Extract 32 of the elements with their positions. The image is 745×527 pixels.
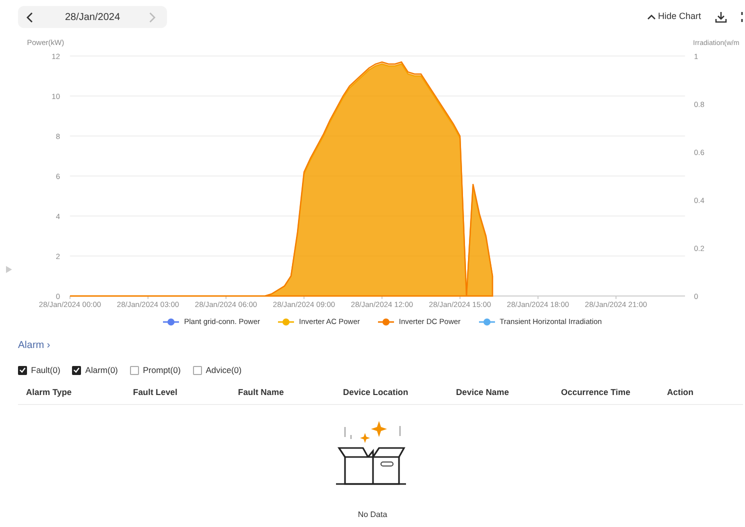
chevron-right-icon xyxy=(149,12,156,22)
column-header: Device Name xyxy=(455,386,510,399)
filter-checkbox[interactable]: Advice(0) xyxy=(192,364,242,377)
check-icon xyxy=(73,367,80,374)
filter-checkbox[interactable]: Alarm(0) xyxy=(72,364,118,377)
column-header: Fault Level xyxy=(132,386,178,399)
download-icon xyxy=(715,11,727,23)
chevron-left-icon xyxy=(26,12,33,22)
fullscreen-icon xyxy=(741,11,745,23)
legend-marker-icon xyxy=(478,318,495,326)
column-header: Action xyxy=(666,386,694,399)
filter-checkbox[interactable]: Prompt(0) xyxy=(130,364,181,377)
legend-marker-icon xyxy=(278,318,294,326)
filter-checkbox[interactable]: Fault(0) xyxy=(18,364,60,377)
hide-chart-button[interactable]: Hide Chart xyxy=(646,10,701,24)
column-header: Occurrence Time xyxy=(560,386,632,399)
column-header: Fault Name xyxy=(237,386,285,399)
column-header: Device Location xyxy=(342,386,410,399)
legend-marker-icon xyxy=(378,318,394,326)
date-label: 28/Jan/2024 xyxy=(64,10,120,24)
column-header: Alarm Type xyxy=(25,386,73,399)
checkbox[interactable] xyxy=(72,366,82,375)
checkbox[interactable] xyxy=(130,366,139,375)
checkbox[interactable] xyxy=(192,366,202,375)
fullscreen-button[interactable] xyxy=(741,11,745,23)
check-icon xyxy=(19,367,26,374)
chevron-up-icon xyxy=(646,14,656,20)
no-data-text: No Data xyxy=(358,508,388,521)
alarm-link[interactable]: Alarm › xyxy=(18,340,50,351)
legend-marker-icon xyxy=(163,318,180,326)
checkbox[interactable] xyxy=(18,366,27,375)
download-button[interactable] xyxy=(715,11,727,23)
